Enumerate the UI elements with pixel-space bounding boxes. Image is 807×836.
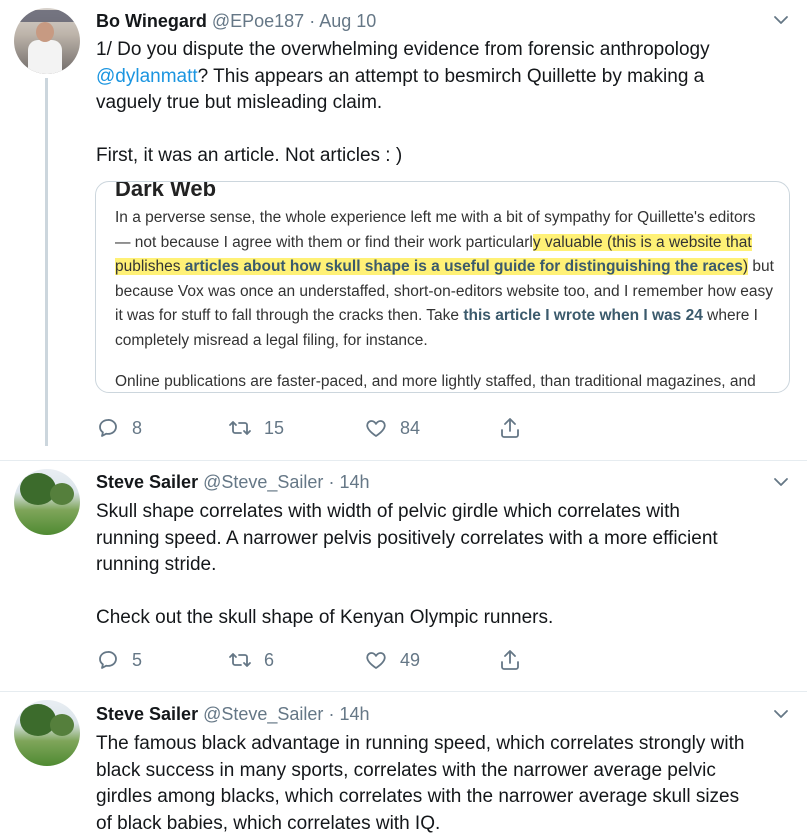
retweet-count: 15 (264, 417, 285, 438)
tweet-text: The famous black advantage in running sp… (96, 731, 796, 836)
reply-icon (99, 651, 117, 669)
avatar[interactable] (14, 700, 80, 766)
tweet-text-line: vaguely true but misleading claim. (96, 92, 383, 113)
card-heading: Dark Web (115, 181, 217, 201)
chevron-down-icon[interactable] (773, 706, 789, 722)
article-link: this article I wrote when I was 24 (463, 307, 703, 324)
tweet-text-line: black success in many sports, correlates… (96, 759, 716, 781)
quoted-article-card[interactable]: Dark Web In a perverse sense, the whole … (95, 181, 790, 393)
reply-icon (99, 419, 117, 437)
retweet-button[interactable]: 6 (228, 647, 274, 673)
tweet-text-line: ? This appears an attempt to besmirch Qu… (197, 65, 705, 87)
heart-icon (366, 420, 386, 437)
tweet-steve-sailer-2[interactable]: Steve Sailer @Steve_Sailer · 14h The fam… (0, 692, 807, 836)
timestamp[interactable]: 14h (339, 472, 369, 492)
share-icon (501, 418, 519, 438)
avatar[interactable] (14, 469, 80, 535)
reply-button[interactable]: 8 (96, 415, 142, 441)
author-name[interactable]: Bo Winegard (96, 11, 207, 31)
tweet-header: Bo Winegard @EPoe187 · Aug 10 (96, 10, 376, 32)
like-button[interactable]: 84 (364, 415, 420, 441)
tweet-text-line: 1/ Do you dispute the overwhelming evide… (96, 39, 710, 60)
retweet-count: 6 (264, 649, 275, 670)
reply-count: 5 (132, 649, 143, 670)
retweet-icon (229, 421, 251, 435)
mention-link[interactable]: @dylanmatt (96, 66, 198, 87)
author-name[interactable]: Steve Sailer (96, 704, 198, 724)
author-handle[interactable]: @Steve_Sailer (203, 704, 323, 724)
author-handle[interactable]: @Steve_Sailer (203, 472, 323, 492)
separator-dot: · (328, 472, 335, 492)
like-count: 49 (400, 649, 421, 670)
timestamp[interactable]: 14h (339, 704, 369, 724)
card-text: Online publications are faster-paced, an… (115, 373, 756, 390)
tweet-text-line: The famous black advantage in running sp… (96, 733, 745, 754)
card-body: In a perverse sense, the whole experienc… (115, 206, 775, 392)
tweet-actions: 5 6 49 (96, 647, 536, 673)
like-count: 84 (400, 417, 421, 438)
retweet-icon (229, 653, 251, 667)
tweet-text-line: running speed. A narrower pelvis positiv… (96, 527, 718, 549)
tweet-text-line: of black babies, which correlates with I… (96, 812, 441, 834)
retweet-button[interactable]: 15 (228, 415, 284, 441)
separator-dot: · (309, 11, 316, 31)
chevron-down-icon[interactable] (773, 474, 789, 490)
tweet-text-line: girdles among blacks, which correlates w… (96, 786, 740, 807)
tweet-text: 1/ Do you dispute the overwhelming evide… (96, 37, 796, 170)
like-button[interactable]: 49 (364, 647, 420, 673)
share-button[interactable] (498, 647, 522, 673)
reply-button[interactable]: 5 (96, 647, 142, 673)
reply-count: 8 (132, 417, 143, 438)
tweet-header: Steve Sailer @Steve_Sailer · 14h (96, 703, 370, 725)
chevron-down-icon[interactable] (773, 12, 789, 28)
tweet-steve-sailer-1[interactable]: Steve Sailer @Steve_Sailer · 14h Skull s… (0, 461, 807, 691)
author-handle[interactable]: @EPoe187 (212, 11, 304, 31)
heart-icon (366, 652, 386, 669)
tweet-header: Steve Sailer @Steve_Sailer · 14h (96, 471, 370, 493)
tweet-text: Skull shape correlates with width of pel… (96, 499, 796, 632)
author-name[interactable]: Steve Sailer (96, 472, 198, 492)
tweet-actions: 8 15 84 (96, 415, 536, 441)
highlighted-link: articles about how skull shape is a usef… (184, 258, 743, 275)
tweet-text-line: Skull shape correlates with width of pel… (96, 501, 680, 522)
share-icon (501, 650, 519, 670)
tweet-text-line: Check out the skull shape of Kenyan Olym… (96, 607, 554, 628)
avatar[interactable] (14, 8, 80, 74)
timestamp[interactable]: Aug 10 (319, 11, 376, 31)
separator-dot: · (328, 704, 335, 724)
tweet-bo-winegard[interactable]: Bo Winegard @EPoe187 · Aug 10 1/ Do you … (0, 0, 807, 460)
share-button[interactable] (498, 415, 522, 441)
tweet-text-line: running stride. (96, 554, 217, 575)
tweet-text-line: First, it was an article. Not articles :… (96, 145, 403, 166)
